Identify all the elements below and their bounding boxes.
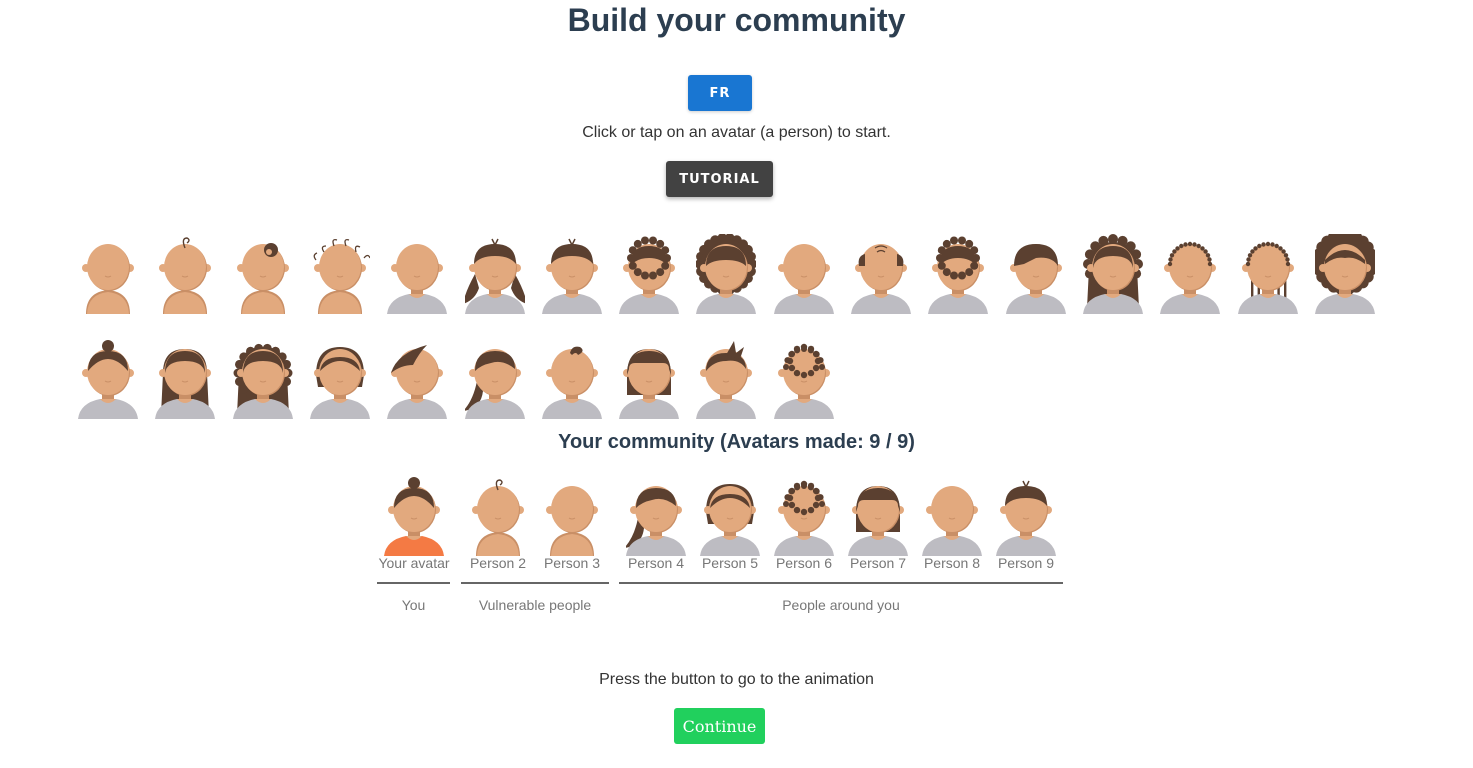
avatar-icon: [155, 349, 216, 419]
group-line-you: [377, 582, 450, 584]
avatar-icon: [696, 234, 757, 314]
community-member[interactable]: Person 4: [619, 476, 693, 571]
gallery-avatar[interactable]: [78, 339, 138, 419]
avatar-icon: [1314, 234, 1375, 314]
avatar-icon: [996, 476, 1056, 556]
avatar-icon: [464, 238, 525, 314]
group-label-you: You: [401, 597, 426, 613]
intro-instructions: Click or tap on an avatar (a person) to …: [582, 124, 891, 141]
member-label: Person 4: [627, 555, 685, 571]
avatar-icon: [78, 340, 138, 419]
avatar-icon: [922, 476, 982, 556]
gallery-avatar[interactable]: [233, 234, 293, 314]
avatar-icon: [928, 236, 989, 314]
avatar-icon: [1005, 244, 1066, 314]
avatar-icon: [851, 244, 911, 314]
gallery-avatar[interactable]: [619, 339, 680, 419]
avatar-icon: [619, 236, 680, 314]
your-avatar[interactable]: Your avatar: [377, 476, 451, 571]
group-line-around: [619, 582, 1063, 584]
page-title: Build your community: [567, 2, 906, 38]
gallery-avatar[interactable]: [696, 234, 757, 314]
avatar-icon: [848, 476, 908, 556]
gallery-avatar[interactable]: [773, 339, 834, 419]
avatar-icon: [1160, 241, 1221, 314]
avatar-icon: [542, 476, 602, 556]
avatar-icon: [1082, 234, 1143, 314]
avatar-icon: [468, 476, 528, 556]
gallery-avatar[interactable]: [541, 234, 602, 314]
group-label-around: People around you: [782, 597, 900, 613]
avatar-icon: [774, 476, 834, 556]
avatar-icon: [619, 349, 680, 419]
avatar-icon: [464, 349, 525, 419]
avatar-icon: [387, 345, 448, 419]
group-line-vulnerable: [461, 582, 609, 584]
animation-instructions: Press the button to go to the animation: [599, 671, 874, 688]
gallery-avatar[interactable]: [773, 234, 834, 314]
gallery-avatar[interactable]: [78, 234, 138, 314]
gallery-avatar[interactable]: [696, 339, 757, 419]
member-label: Person 9: [997, 555, 1055, 571]
tutorial-button[interactable]: TUTORIAL: [666, 161, 773, 197]
gallery-avatar[interactable]: [1160, 234, 1221, 314]
gallery-avatar[interactable]: [387, 234, 448, 314]
member-label: Person 3: [543, 555, 601, 571]
continue-button[interactable]: Continue: [674, 708, 765, 744]
gallery-avatar[interactable]: [1005, 234, 1066, 314]
gallery-avatar[interactable]: [387, 339, 448, 419]
gallery-avatar[interactable]: [1314, 234, 1375, 314]
gallery-avatar[interactable]: [541, 339, 602, 419]
avatar-icon: [624, 476, 686, 556]
gallery-avatar[interactable]: [155, 234, 215, 314]
member-label: Your avatar: [378, 555, 450, 571]
avatar-icon: [696, 341, 757, 419]
avatar-icon: [82, 244, 134, 314]
community-member[interactable]: Person 2: [461, 476, 535, 571]
member-label: Person 6: [775, 555, 833, 571]
gallery-avatar[interactable]: [851, 234, 911, 314]
community-member[interactable]: Person 9: [989, 476, 1063, 571]
gallery-avatar[interactable]: [464, 234, 525, 314]
avatar-icon: [159, 237, 212, 314]
avatar-icon: [384, 476, 444, 556]
member-label: Person 8: [923, 555, 981, 571]
community-member[interactable]: Person 3: [535, 476, 609, 571]
community-title: Your community (Avatars made: 9 / 9): [558, 431, 915, 453]
language-toggle-button[interactable]: FR: [688, 75, 752, 111]
gallery-avatar[interactable]: [309, 339, 370, 419]
avatar-icon: [541, 238, 602, 314]
avatar-icon: [232, 343, 293, 419]
gallery-avatar[interactable]: [464, 339, 525, 419]
gallery-avatar[interactable]: [232, 339, 293, 419]
member-label: Person 2: [469, 555, 527, 571]
avatar-icon: [236, 243, 289, 314]
community-member[interactable]: Person 5: [693, 476, 767, 571]
member-label: Person 5: [701, 555, 759, 571]
group-label-vulnerable: Vulnerable people: [478, 597, 592, 613]
gallery-avatar[interactable]: [310, 234, 370, 314]
gallery-avatar[interactable]: [1082, 234, 1143, 314]
gallery-avatar[interactable]: [928, 234, 989, 314]
community-member[interactable]: Person 6: [767, 476, 841, 571]
avatar-icon: [773, 244, 834, 314]
community-member[interactable]: Person 8: [915, 476, 989, 571]
avatar-icon: [313, 238, 370, 314]
avatar-gallery: [0, 0, 1473, 430]
gallery-avatar[interactable]: [1237, 234, 1298, 314]
avatar-icon: [541, 346, 602, 419]
avatar-icon: [387, 244, 448, 314]
avatar-icon: [700, 476, 760, 556]
member-label: Person 7: [849, 555, 907, 571]
avatar-icon: [1237, 241, 1298, 314]
gallery-avatar[interactable]: [155, 339, 216, 419]
gallery-avatar[interactable]: [619, 234, 680, 314]
avatar-icon: [309, 347, 370, 419]
community-member[interactable]: Person 7: [841, 476, 915, 571]
avatar-icon: [773, 343, 834, 419]
